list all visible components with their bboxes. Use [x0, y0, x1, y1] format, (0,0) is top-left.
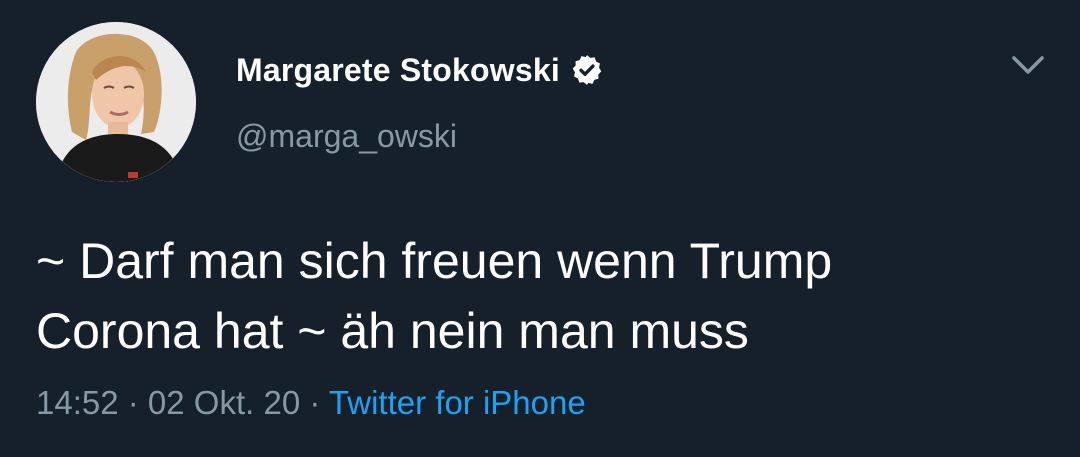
author-handle[interactable]: @marga_owski [236, 118, 457, 155]
tweet-time[interactable]: 14:52 [36, 384, 119, 421]
meta-separator: · [300, 384, 329, 421]
tweet-text-line-1: ~ Darf man sich freuen wenn Trump [36, 233, 833, 289]
verified-badge-icon [570, 53, 604, 87]
author-name-row: Margarete Stokowski [236, 48, 604, 92]
tweet-text-line-2: Corona hat ~ äh nein man muss [36, 303, 749, 359]
tweet-source-link[interactable]: Twitter for iPhone [329, 384, 586, 421]
author-display-name[interactable]: Margarete Stokowski [236, 52, 560, 89]
tweet-text: ~ Darf man sich freuen wenn Trump Corona… [36, 226, 1046, 366]
tweet-card: Margarete Stokowski @marga_owski ~ Darf … [0, 0, 1080, 457]
tweet-meta: 14:52 · 02 Okt. 20 · Twitter for iPhone [36, 384, 586, 422]
avatar[interactable] [36, 22, 196, 182]
chevron-down-icon[interactable] [1008, 50, 1048, 80]
tweet-date[interactable]: 02 Okt. 20 [148, 384, 300, 421]
meta-separator: · [118, 384, 148, 421]
avatar-photo [36, 22, 196, 182]
